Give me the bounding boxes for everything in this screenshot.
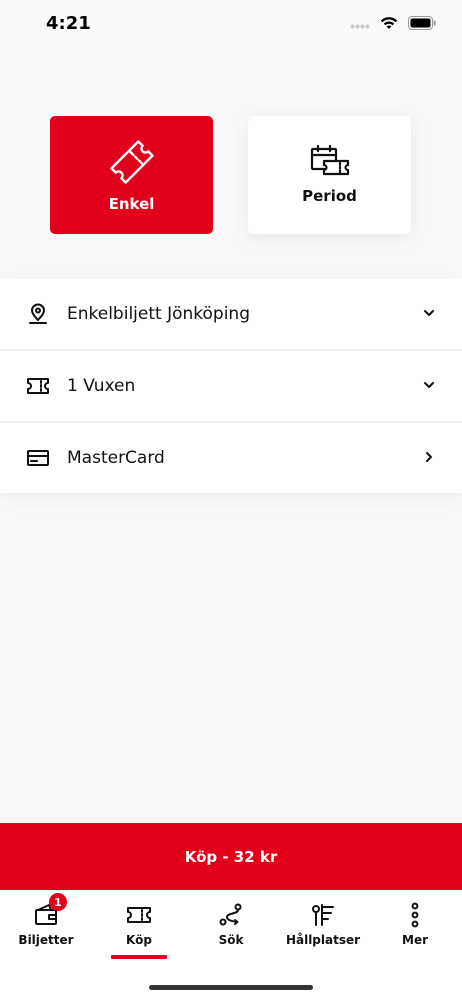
active-tab-indicator bbox=[111, 955, 167, 959]
tab-label: Mer bbox=[402, 933, 428, 947]
purchase-options: Enkelbiljett Jönköping 1 Vuxen MasterCar… bbox=[0, 279, 462, 493]
home-indicator bbox=[149, 985, 313, 990]
location-pin-icon bbox=[29, 303, 47, 324]
ticket-type-enkel[interactable]: Enkel bbox=[50, 116, 213, 234]
option-payment[interactable]: MasterCard bbox=[0, 423, 462, 493]
chevron-down-icon bbox=[424, 310, 434, 316]
ticket-type-period[interactable]: Period bbox=[248, 116, 411, 234]
ticket-type-label: Period bbox=[302, 187, 357, 205]
buy-button-label: Köp - 32 kr bbox=[184, 847, 278, 866]
tab-icon-wrap bbox=[402, 902, 428, 928]
route-icon bbox=[219, 903, 242, 926]
calendar-ticket-icon bbox=[310, 145, 349, 176]
tab-icon-wrap: 1 bbox=[33, 893, 67, 928]
bus-stop-icon bbox=[312, 904, 334, 926]
tab-label: Hållplatser bbox=[285, 933, 361, 947]
chevron-down-icon bbox=[424, 382, 434, 388]
option-zone[interactable]: Enkelbiljett Jönköping bbox=[0, 279, 462, 349]
chevron-right-icon bbox=[426, 452, 432, 462]
credit-card-icon bbox=[27, 450, 49, 466]
more-vertical-icon bbox=[411, 902, 419, 928]
option-label: Enkelbiljett Jönköping bbox=[67, 304, 250, 324]
cellular-signal-icon bbox=[350, 24, 370, 29]
ticket-icon bbox=[127, 907, 151, 923]
tab-bar: 1 Biljetter Köp Sök Hållplatser Mer bbox=[0, 890, 462, 1000]
tab-label: Biljetter bbox=[18, 933, 74, 947]
buy-button[interactable]: Köp - 32 kr bbox=[0, 823, 462, 890]
status-time: 4:21 bbox=[46, 13, 91, 34]
tab-hallplatser[interactable]: Hållplatser bbox=[277, 902, 369, 962]
option-label: 1 Vuxen bbox=[67, 376, 136, 396]
tab-mer[interactable]: Mer bbox=[369, 902, 461, 962]
option-label: MasterCard bbox=[67, 448, 165, 468]
wifi-icon bbox=[380, 17, 398, 29]
status-bar: 4:21 bbox=[0, 0, 462, 50]
ticket-icon bbox=[109, 140, 154, 184]
tab-icon-wrap bbox=[218, 902, 244, 928]
option-passenger[interactable]: 1 Vuxen bbox=[0, 351, 462, 421]
notification-badge: 1 bbox=[49, 893, 67, 911]
tab-icon-wrap bbox=[310, 902, 336, 928]
tab-icon-wrap bbox=[126, 902, 152, 928]
battery-icon bbox=[408, 16, 436, 30]
tab-label: Köp bbox=[126, 933, 152, 947]
ticket-icon bbox=[27, 378, 49, 394]
tab-label: Sök bbox=[218, 933, 244, 947]
tab-biljetter[interactable]: 1 Biljetter bbox=[0, 893, 92, 962]
tab-kop[interactable]: Köp bbox=[93, 902, 185, 962]
ticket-type-label: Enkel bbox=[108, 195, 155, 213]
tab-sok[interactable]: Sök bbox=[185, 902, 277, 962]
status-icons bbox=[350, 16, 436, 30]
